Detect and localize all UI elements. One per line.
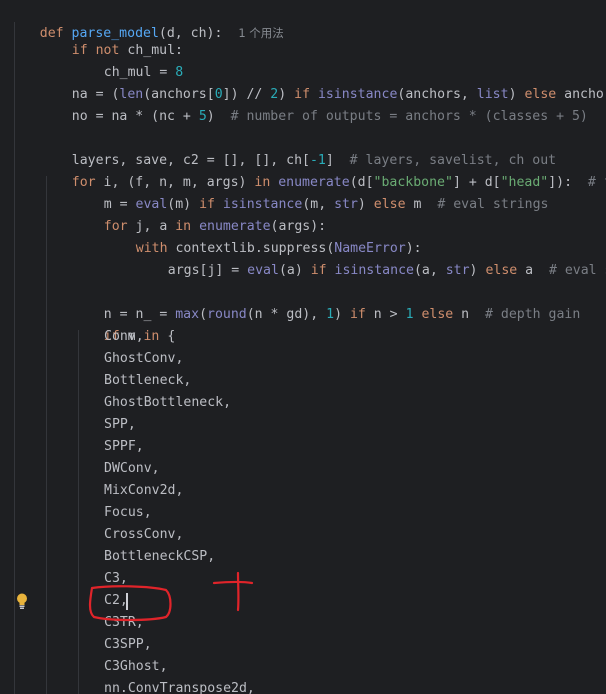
- number-literal: 1: [326, 307, 335, 322]
- code-line[interactable]: if not ch_mul:: [40, 18, 183, 58]
- code-line[interactable]: layers, save, c2 = [], [], ch[-1] # laye…: [40, 128, 556, 168]
- comment: # from: [587, 175, 606, 190]
- module-name: Conv,: [104, 329, 144, 344]
- code-text: m: [405, 197, 438, 212]
- comment: # number of outputs = anchors * (classes…: [230, 109, 588, 124]
- module-name: MixConv2d,: [104, 483, 184, 498]
- module-line[interactable]: C3SPP,: [104, 634, 152, 656]
- code-text: ]):: [548, 175, 588, 190]
- code-line[interactable]: for i, (f, n, m, args) in enumerate(d["b…: [40, 150, 606, 190]
- code-line[interactable]: ch_mul = 8: [72, 40, 183, 80]
- module-name: BottleneckCSP,: [104, 549, 216, 564]
- keyword: if: [310, 263, 327, 278]
- keyword: else: [485, 263, 518, 278]
- module-line[interactable]: GhostBottleneck,: [104, 392, 231, 414]
- code-text: a: [517, 263, 549, 278]
- module-line[interactable]: Conv,: [104, 326, 144, 348]
- number-literal: 1: [405, 307, 414, 322]
- keyword: else: [373, 197, 406, 212]
- module-line[interactable]: nn.ConvTranspose2d,: [104, 678, 255, 694]
- module-line[interactable]: Bottleneck,: [104, 370, 191, 392]
- builtin: isinstance: [334, 263, 414, 278]
- number-literal: 5: [198, 109, 207, 124]
- builtin: max: [175, 307, 200, 322]
- module-line-current[interactable]: C2,: [104, 590, 128, 612]
- keyword: else: [421, 307, 454, 322]
- code-text: (: [199, 307, 208, 322]
- module-name: GhostBottleneck,: [104, 395, 232, 410]
- keyword: in: [143, 329, 160, 344]
- code-text: (a): [278, 263, 311, 278]
- code-line[interactable]: no = na * (nc + 5) # number of outputs =…: [40, 84, 588, 124]
- usage-hint[interactable]: 1 个用法: [238, 26, 283, 40]
- module-line[interactable]: SPPF,: [104, 436, 144, 458]
- module-line[interactable]: CrossConv,: [104, 524, 183, 546]
- red-cross-annotation-h: [212, 580, 254, 585]
- code-text: ): [206, 109, 231, 124]
- module-line[interactable]: C3Ghost,: [104, 656, 168, 678]
- module-line[interactable]: C3,: [104, 568, 128, 590]
- module-line[interactable]: DWConv,: [104, 458, 160, 480]
- comment: # eval stri: [548, 263, 606, 278]
- module-name: SPP,: [104, 417, 136, 432]
- code-line[interactable]: m = eval(m) if isinstance(m, str) else m…: [72, 172, 549, 212]
- code-text: n >: [365, 307, 406, 322]
- module-name: C3SPP,: [104, 637, 152, 652]
- module-name: C3Ghost,: [104, 659, 168, 674]
- module-line[interactable]: MixConv2d,: [104, 480, 183, 502]
- code-text: n: [453, 307, 485, 322]
- module-line[interactable]: BottleneckCSP,: [104, 546, 215, 568]
- code-text: ): [334, 307, 350, 322]
- indent-guide: [78, 330, 79, 694]
- module-name: Focus,: [104, 505, 152, 520]
- module-name: CrossConv,: [104, 527, 184, 542]
- code-text: args[j] =: [167, 263, 248, 278]
- code-line[interactable]: for j, a in enumerate(args):: [72, 194, 326, 234]
- code-line[interactable]: args[j] = eval(a) if isinstance(a, str) …: [136, 238, 606, 278]
- module-name: nn.ConvTranspose2d,: [104, 681, 255, 694]
- module-name: C3,: [104, 571, 128, 586]
- module-name: GhostConv,: [104, 351, 184, 366]
- code-text: ): [469, 263, 486, 278]
- code-line[interactable]: with contextlib.suppress(NameError):: [104, 216, 422, 256]
- indent-guide: [46, 176, 47, 694]
- lightbulb-icon[interactable]: [14, 592, 30, 610]
- code-editor[interactable]: def parse_model(d, ch): 1 个用法 if not ch_…: [0, 0, 606, 694]
- code-line[interactable]: n = n_ = max(round(n * gd), 1) if n > 1 …: [72, 282, 581, 322]
- module-name: SPPF,: [104, 439, 144, 454]
- code-text: no = na * (nc +: [71, 109, 199, 124]
- code-line[interactable]: na = (len(anchors[0]) // 2) if isinstanc…: [40, 62, 606, 102]
- module-name: DWConv,: [104, 461, 160, 476]
- code-text: (a,: [413, 263, 446, 278]
- builtin: str: [334, 197, 358, 212]
- keyword: if: [349, 307, 366, 322]
- builtin: str: [445, 263, 470, 278]
- module-line[interactable]: Focus,: [104, 502, 152, 524]
- builtin: eval: [247, 263, 279, 278]
- module-line[interactable]: C3TR,: [104, 612, 144, 634]
- module-name: C2,: [104, 593, 128, 608]
- code-text: {: [159, 329, 176, 344]
- code-line[interactable]: if m in {: [72, 304, 176, 344]
- code-text: (n * gd),: [246, 307, 327, 322]
- module-line[interactable]: GhostConv,: [104, 348, 183, 370]
- module-name: C3TR,: [104, 615, 144, 630]
- comment: # depth gain: [485, 307, 581, 322]
- builtin: round: [207, 307, 247, 322]
- module-name: Bottleneck,: [104, 373, 192, 388]
- module-line[interactable]: SPP,: [104, 414, 136, 436]
- code-text: ): [357, 197, 374, 212]
- text-cursor: [126, 593, 128, 610]
- comment: # eval strings: [437, 197, 549, 212]
